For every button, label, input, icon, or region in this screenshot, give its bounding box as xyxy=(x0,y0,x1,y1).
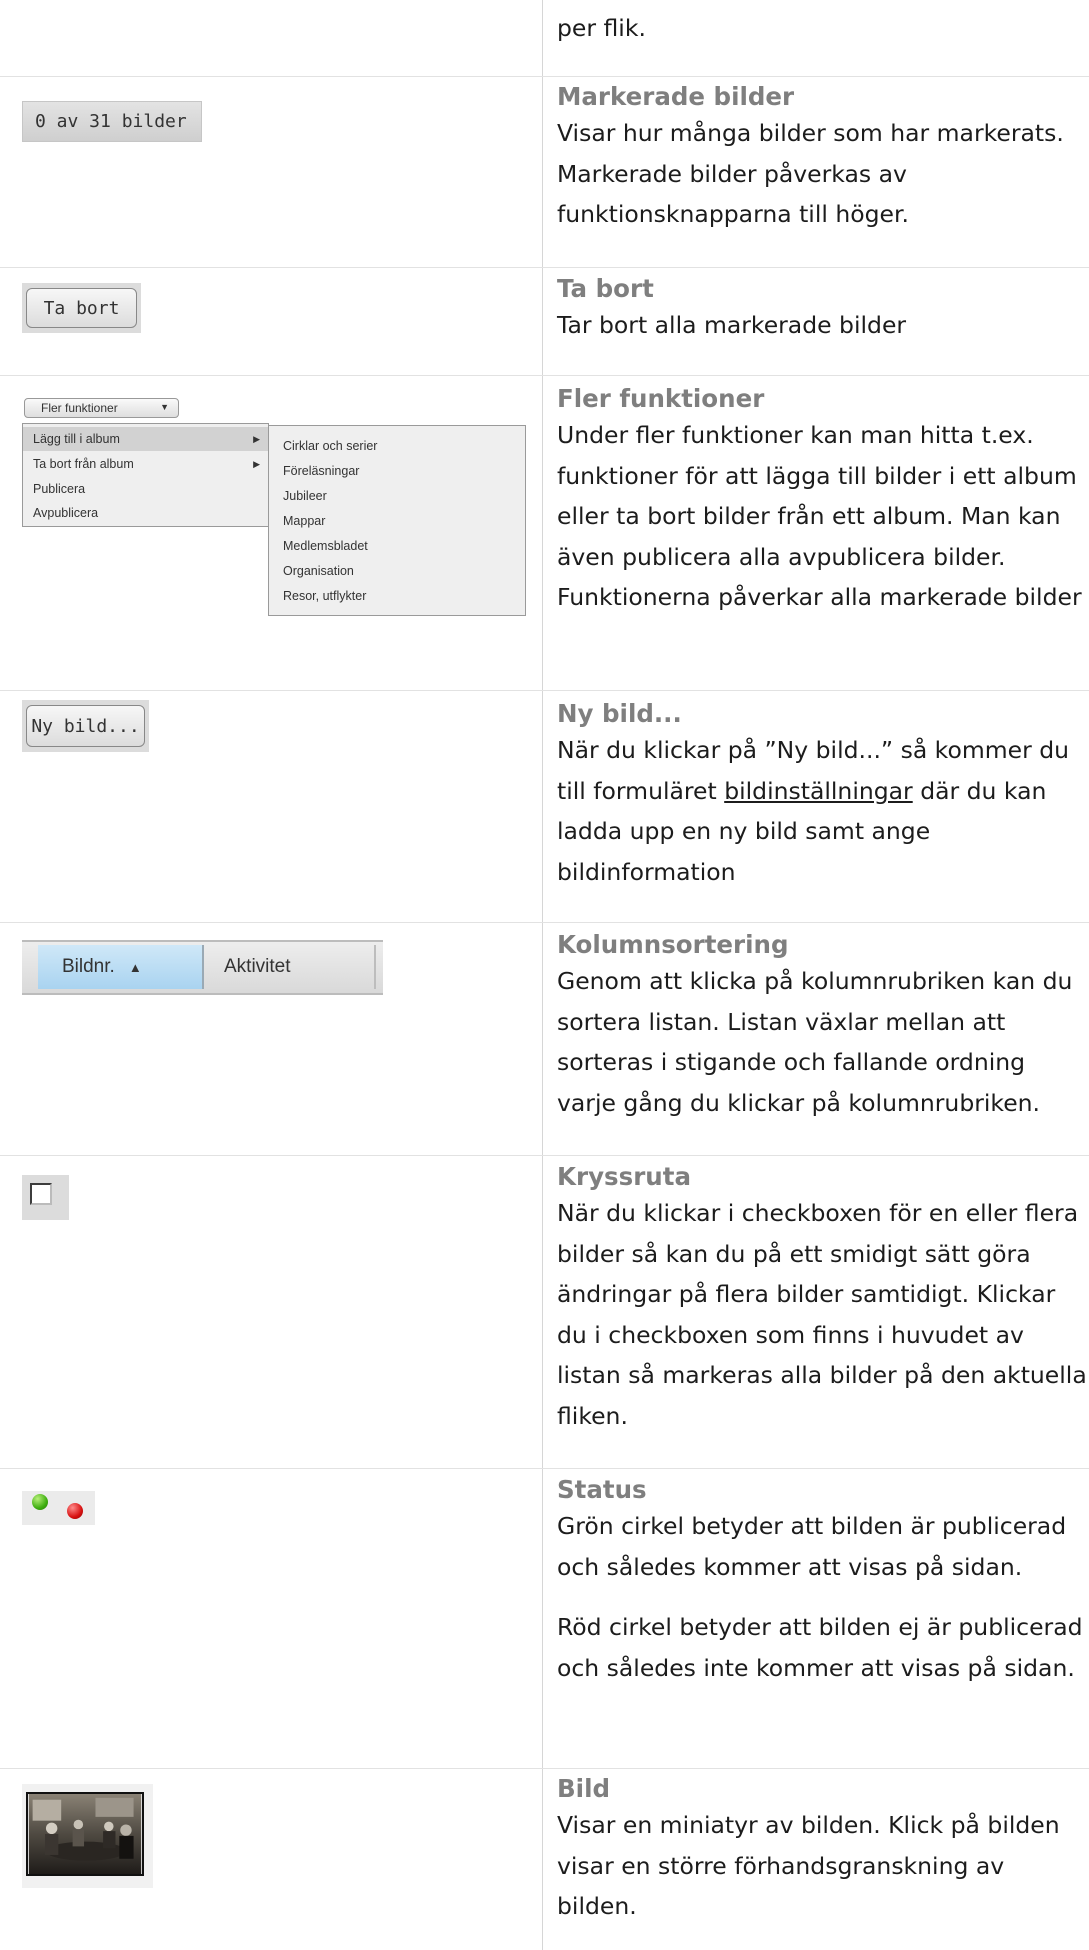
settings-form-link[interactable]: bildinställningar xyxy=(724,777,913,805)
submenu-item[interactable]: Medlemsbladet xyxy=(283,534,368,558)
row-separator xyxy=(0,267,1089,268)
row-title: Ny bild... xyxy=(557,699,682,728)
row-separator xyxy=(0,375,1089,376)
chevron-right-icon: ▶ xyxy=(253,458,260,469)
submenu-item[interactable]: Organisation xyxy=(283,559,354,583)
more-functions-menu: Lägg till i album ▶ Ta bort från album ▶ P… xyxy=(22,423,269,527)
chevron-down-icon: ▼ xyxy=(160,402,169,412)
row-description: Tar bort alla markerade bilder xyxy=(557,311,907,339)
submenu-item[interactable]: Resor, utflykter xyxy=(283,584,366,608)
row-separator xyxy=(0,1468,1089,1469)
dropdown-label: Fler funktioner xyxy=(41,401,118,415)
row-description: per flik. xyxy=(557,14,646,42)
row-title: Kolumnsortering xyxy=(557,930,789,959)
submenu-item[interactable]: Cirklar och serier xyxy=(283,434,377,458)
row-description: Genom att klicka på kolumnrubriken kan d… xyxy=(557,967,1073,1117)
checkbox-frame xyxy=(22,1175,69,1220)
selected-count-label: 0 av 31 bilder xyxy=(22,101,202,142)
menu-item-unpublish[interactable]: Avpublicera xyxy=(23,501,268,525)
row-title: Bild xyxy=(557,1774,611,1803)
row-description-2: Röd cirkel betyder att bilden ej är publ… xyxy=(557,1613,1083,1682)
submenu-item[interactable]: Jubileer xyxy=(283,484,327,508)
delete-button-frame: Ta bort xyxy=(22,283,141,333)
sort-ascending-icon: ▲ xyxy=(128,959,142,975)
row-title: Ta bort xyxy=(557,274,654,303)
image-thumbnail[interactable] xyxy=(26,1792,144,1876)
unpublished-status-icon xyxy=(67,1503,83,1519)
row-separator xyxy=(0,76,1089,77)
more-functions-dropdown[interactable]: Fler funktioner ▼ xyxy=(24,398,179,418)
row-separator xyxy=(0,690,1089,691)
menu-item-publish[interactable]: Publicera xyxy=(23,477,268,501)
row-status: Status Grön cirkel betyder att bilden är… xyxy=(557,1473,1087,1688)
column-header-bildnr[interactable]: Bildnr. ▲ xyxy=(38,945,204,989)
row-title: Markerade bilder xyxy=(557,82,795,111)
column-header-aktivitet[interactable]: Aktivitet xyxy=(204,945,376,989)
row-ta-bort: Ta bort Tar bort alla markerade bilder xyxy=(557,272,1087,346)
select-checkbox[interactable] xyxy=(30,1183,52,1205)
album-submenu: Cirklar och serier Föreläsningar Jubilee… xyxy=(268,425,526,616)
chevron-right-icon: ▶ xyxy=(253,433,260,444)
new-image-button[interactable]: Ny bild... xyxy=(26,705,145,747)
row-kryssruta: Kryssruta När du klickar i checkboxen fö… xyxy=(557,1160,1087,1436)
new-image-button-frame: Ny bild... xyxy=(22,700,149,752)
row-markerade: Markerade bilder Visar hur många bilder … xyxy=(557,80,1087,235)
menu-item-remove-from-album[interactable]: Ta bort från album ▶ xyxy=(23,452,268,476)
row-description: Visar en miniatyr av bilden. Klick på bi… xyxy=(557,1811,1060,1920)
row-bild: Bild Visar en miniatyr av bilden. Klick … xyxy=(557,1772,1087,1927)
column-divider xyxy=(542,0,543,1950)
row-ny-bild: Ny bild... När du klickar på ”Ny bild...… xyxy=(557,697,1087,892)
row-description: Visar hur många bilder som har markerats… xyxy=(557,119,1064,228)
row-description: Grön cirkel betyder att bilden är public… xyxy=(557,1512,1067,1581)
menu-item-add-to-album[interactable]: Lägg till i album ▶ xyxy=(23,427,268,451)
row-separator xyxy=(0,922,1089,923)
published-status-icon xyxy=(32,1494,48,1510)
row-description: Under fler funktioner kan man hitta t.ex… xyxy=(557,421,1082,611)
row-separator xyxy=(0,1155,1089,1156)
submenu-item[interactable]: Mappar xyxy=(283,509,325,533)
row-fler-funktioner: Fler funktioner Under fler funktioner ka… xyxy=(557,382,1087,618)
row-kolumnsortering: Kolumnsortering Genom att klicka på kolu… xyxy=(557,928,1087,1123)
row-separator xyxy=(0,1768,1089,1769)
row-title: Status xyxy=(557,1475,647,1504)
row-description: När du klickar i checkboxen för en eller… xyxy=(557,1199,1087,1430)
submenu-item[interactable]: Föreläsningar xyxy=(283,459,359,483)
row-title: Fler funktioner xyxy=(557,384,765,413)
row-title: Kryssruta xyxy=(557,1162,691,1191)
column-header-bar: Bildnr. ▲ Aktivitet xyxy=(22,940,383,995)
delete-button[interactable]: Ta bort xyxy=(26,288,137,328)
